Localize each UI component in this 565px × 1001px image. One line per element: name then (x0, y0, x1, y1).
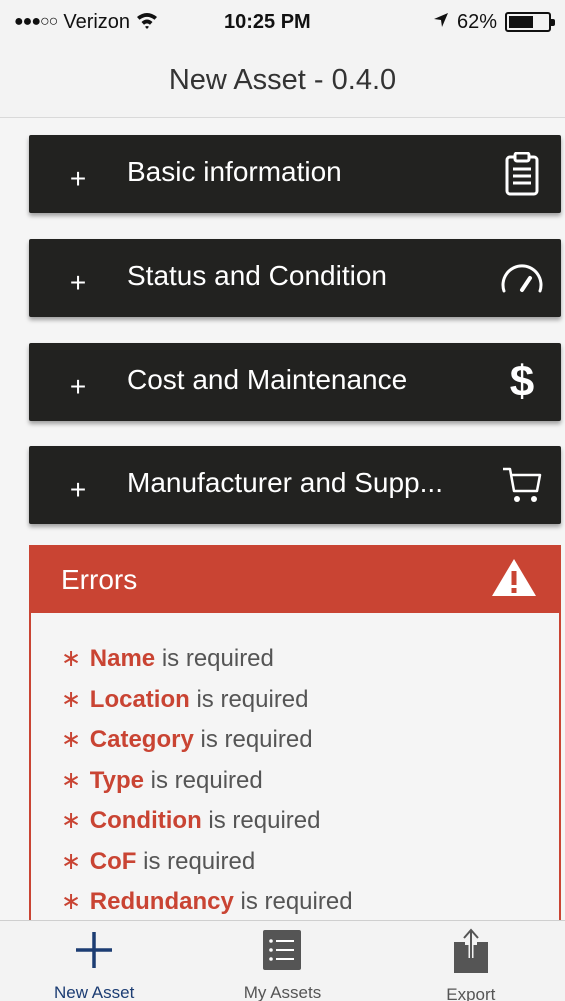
error-item: ∗ Type is required (61, 766, 263, 794)
errors-header: Errors (31, 547, 559, 613)
tab-label: My Assets (243, 983, 322, 1001)
tab-label: New Asset (54, 983, 135, 1001)
errors-title: Errors (61, 564, 138, 595)
tab-label: Export (446, 985, 496, 1001)
error-item: ∗ Redundancy is required (61, 888, 353, 915)
page-title: New Asset - 0.4.0 (168, 64, 397, 96)
asterisk-icon: ∗ (61, 807, 88, 834)
asterisk-icon: ∗ (61, 766, 88, 794)
section-title: Basic information (127, 156, 342, 187)
tab-export[interactable]: Export (377, 921, 565, 1001)
wifi-icon (136, 11, 158, 34)
plus-icon (73, 929, 115, 971)
tab-bar: New Asset My Assets Export (0, 920, 565, 1001)
status-time: 10:25 PM (224, 10, 311, 33)
error-item: ∗ Name is required (61, 645, 274, 672)
asterisk-icon: ∗ (61, 847, 88, 875)
location-arrow-icon (433, 11, 449, 34)
expand-icon: + (69, 371, 87, 402)
errors-list: ∗ Name is required ∗ Location is require… (31, 613, 559, 920)
status-bar: ●●●○○ Verizon 10:25 PM 62% (0, 0, 565, 44)
section-title: Manufacturer and Supp... (127, 467, 443, 498)
form-content[interactable]: + Basic information + Status and Conditi… (0, 118, 565, 920)
error-item: ∗ CoF is required (61, 847, 256, 875)
share-icon (453, 928, 489, 973)
asterisk-icon: ∗ (61, 685, 88, 713)
cart-icon (483, 455, 561, 515)
expand-icon: + (69, 163, 87, 194)
section-manufacturer-and-supplier[interactable]: + Manufacturer and Supp... (29, 446, 561, 524)
section-basic-information[interactable]: + Basic information (29, 135, 561, 213)
tab-my-assets[interactable]: My Assets (188, 921, 376, 1001)
section-cost-and-maintenance[interactable]: + Cost and Maintenance $ (29, 343, 561, 421)
error-item: ∗ Category is required (61, 726, 313, 753)
error-item: ∗ Location is required (61, 685, 309, 713)
section-title: Status and Condition (127, 260, 387, 291)
speedometer-icon (483, 248, 561, 308)
signal-strength-icon: ●●●○○ (14, 13, 58, 30)
nav-bar: New Asset - 0.4.0 (0, 44, 565, 118)
tab-new-asset[interactable]: New Asset (0, 921, 188, 1001)
expand-icon: + (69, 267, 87, 298)
carrier-name: Verizon (63, 10, 131, 33)
errors-panel: Errors ∗ Name is required ∗ Location is … (29, 545, 561, 920)
section-title: Cost and Maintenance (127, 364, 408, 395)
expand-icon: + (69, 474, 87, 505)
battery-percentage: 62% (456, 10, 497, 33)
list-icon (262, 929, 302, 971)
battery-icon (505, 12, 555, 32)
warning-icon (491, 557, 537, 604)
asterisk-icon: ∗ (61, 645, 88, 672)
asterisk-icon: ∗ (61, 726, 88, 753)
asterisk-icon: ∗ (61, 888, 88, 915)
error-item: ∗ Condition is required (61, 807, 321, 834)
clipboard-icon (483, 144, 561, 204)
section-status-and-condition[interactable]: + Status and Condition (29, 239, 561, 317)
dollar-icon: $ (509, 357, 535, 406)
